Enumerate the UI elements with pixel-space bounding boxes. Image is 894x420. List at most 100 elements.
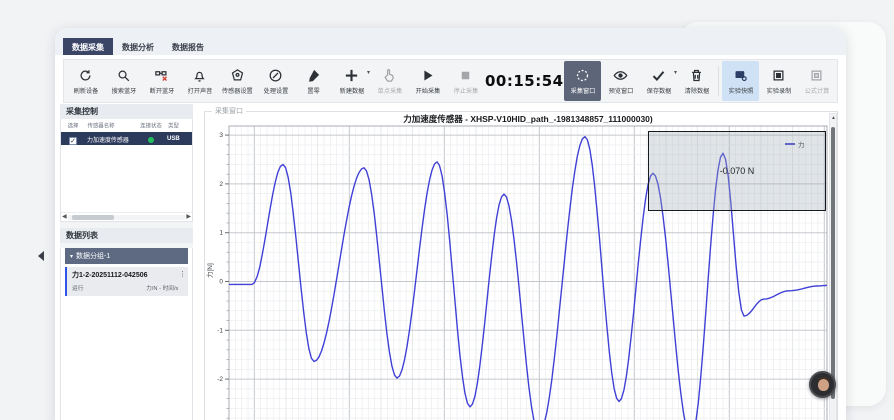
refresh-device-label: 刷新设备 xyxy=(73,85,98,95)
bell-icon xyxy=(192,68,207,83)
disconnect-bluetooth-button[interactable]: 断开蓝牙 xyxy=(143,61,180,101)
experiment-record-label: 实验录制 xyxy=(766,85,791,95)
collect-control-title: 采集控制 xyxy=(60,104,193,119)
eye-icon xyxy=(613,68,628,83)
collect-window-button[interactable]: 采集窗口 xyxy=(564,61,601,101)
svg-text:-2: -2 xyxy=(217,376,223,383)
sidebar: 采集控制 选择传感器名称连接状态类型 ✓ 力加速度传感器 USB ◀ ▶ 数据列表 ▾… xyxy=(60,104,193,420)
main-toolbar: 刷新设备 搜索蓝牙 断开蓝牙 打开声音传感器设置处理设置 置零 新建数据 ▾ 单点采集 开始采集… xyxy=(63,59,838,103)
preview-window-label: 预览窗口 xyxy=(608,85,633,95)
sound-on-label: 打开声音 xyxy=(187,85,212,95)
formula-icon xyxy=(809,68,824,83)
sensor-table: 选择传感器名称连接状态类型 ✓ 力加速度传感器 USB xyxy=(61,119,192,145)
svg-text:-1: -1 xyxy=(217,327,223,334)
hscroll-thumb[interactable] xyxy=(72,215,114,220)
svg-text:0: 0 xyxy=(219,279,223,286)
sound-on-button[interactable]: 打开声音 xyxy=(181,61,218,101)
sensor-name: 力加速度传感器 xyxy=(87,134,133,143)
caret-down-icon: ▾ xyxy=(70,253,73,260)
sensor-settings-button[interactable]: 传感器设置 xyxy=(219,61,256,101)
stop-collect-label: 停止采集 xyxy=(453,85,478,95)
preview-window-button[interactable]: 预览窗口 xyxy=(602,61,639,101)
sensor-type: USB xyxy=(167,136,189,142)
set-zero-button[interactable]: 置零 xyxy=(295,61,332,101)
column-header: 类型 xyxy=(168,121,188,129)
dashed-circle-icon xyxy=(575,68,590,83)
chart-title: 力加速度传感器 - XHSP-V10HID_path_-1981348857_1… xyxy=(229,113,827,125)
gauge-icon xyxy=(268,68,283,83)
tab-0[interactable]: 数据采集 xyxy=(63,38,113,55)
refresh-device-button[interactable]: 刷新设备 xyxy=(67,61,104,101)
record-icon xyxy=(771,68,786,83)
svg-text:1: 1 xyxy=(219,230,223,237)
start-collect-label: 开始采集 xyxy=(415,85,440,95)
data-list-title: 数据列表 xyxy=(60,228,193,243)
clear-data-button[interactable]: 清除数据 xyxy=(678,61,715,101)
kebab-menu-icon[interactable]: ⋮ xyxy=(179,270,186,278)
column-header: 传感器名称 xyxy=(88,121,133,129)
data-item-title: 力1-2-20251112-042506 xyxy=(72,270,184,280)
svg-text:2: 2 xyxy=(219,181,223,188)
data-list-item[interactable]: 力1-2-20251112-042506 运行 力/N - 时间/s⋮ xyxy=(65,267,188,296)
data-item-axes: 力/N - 时间/s xyxy=(146,283,178,292)
status-dot xyxy=(148,137,154,143)
set-zero-label: 置零 xyxy=(307,85,319,95)
main-tabbar: 数据采集数据分析数据报告 xyxy=(55,28,846,55)
collapse-left-icon[interactable] xyxy=(38,251,44,261)
toolbar-divider xyxy=(718,66,719,96)
sensor-table-hscrollbar[interactable]: ◀ ▶ xyxy=(61,212,192,221)
start-collect-button[interactable]: 开始采集 xyxy=(409,61,446,101)
play-icon xyxy=(420,68,435,83)
current-value-overlay[interactable]: -0.070 N xyxy=(648,131,826,211)
disconnect-bluetooth-label: 断开蓝牙 xyxy=(149,85,174,95)
tab-2[interactable]: 数据报告 xyxy=(163,38,213,55)
collect-control-panel: 采集控制 选择传感器名称连接状态类型 ✓ 力加速度传感器 USB ◀ ▶ xyxy=(60,104,193,222)
stop-icon xyxy=(458,68,473,83)
scroll-left-icon[interactable]: ◀ xyxy=(62,213,67,222)
formula-calc-label: 公式计算 xyxy=(804,85,829,95)
sensor-settings-label: 传感器设置 xyxy=(222,85,253,95)
save-data-label: 保存数据 xyxy=(646,85,671,95)
search-bluetooth-label: 搜索蓝牙 xyxy=(111,85,136,95)
tab-1[interactable]: 数据分析 xyxy=(113,38,163,55)
process-settings-button[interactable]: 处理设置 xyxy=(257,61,294,101)
search-icon xyxy=(116,68,131,83)
data-group-label: 数据分组-1 xyxy=(76,251,110,261)
experiment-snapshot-button[interactable]: 实验快照 xyxy=(722,61,759,101)
data-group-header[interactable]: ▾数据分组-1 xyxy=(65,248,188,264)
sensor-row[interactable]: ✓ 力加速度传感器 USB xyxy=(61,132,192,145)
single-point-collect-label: 单点采集 xyxy=(377,85,402,95)
scroll-right-icon[interactable]: ▶ xyxy=(186,213,191,222)
stop-collect-button[interactable]: 停止采集 xyxy=(447,61,484,101)
formula-calc-button[interactable]: 公式计算 xyxy=(798,61,835,101)
process-settings-label: 处理设置 xyxy=(263,85,288,95)
hand-icon xyxy=(382,68,397,83)
vscroll-thumb[interactable] xyxy=(831,127,835,399)
save-data-button[interactable]: 保存数据 ▾ xyxy=(640,61,677,101)
screen: 数据采集数据分析数据报告 刷新设备 搜索蓝牙 断开蓝牙 打开声音传感器设置处理设置 置零… xyxy=(0,0,894,420)
bt-off-icon xyxy=(154,68,169,83)
chevron-down-icon[interactable]: ▾ xyxy=(367,69,370,76)
check-icon xyxy=(651,68,666,83)
timer-display: 00:15:54 xyxy=(485,72,563,90)
single-point-collect-button[interactable]: 单点采集 xyxy=(371,61,408,101)
scroll-up-icon[interactable]: ▲ xyxy=(831,115,836,121)
svg-text:3: 3 xyxy=(219,132,223,139)
pen-icon xyxy=(306,68,321,83)
trash-icon xyxy=(689,68,704,83)
sensor-icon xyxy=(230,68,245,83)
data-item-status: 运行 xyxy=(72,283,83,292)
new-data-button[interactable]: 新建数据 ▾ xyxy=(333,61,370,101)
y-axis-label: 力[N] xyxy=(204,263,214,278)
column-header: 选择 xyxy=(62,121,84,129)
sensor-checkbox[interactable]: ✓ xyxy=(69,137,77,145)
plus-icon xyxy=(344,68,359,83)
column-header: 连接状态 xyxy=(137,121,166,129)
data-list: ▾数据分组-1 力1-2-20251112-042506 运行 力/N - 时间/s⋮ xyxy=(60,248,193,420)
user-avatar-button[interactable] xyxy=(809,371,836,398)
experiment-record-button[interactable]: 实验录制 xyxy=(760,61,797,101)
experiment-snapshot-label: 实验快照 xyxy=(728,85,753,95)
chevron-down-icon[interactable]: ▾ xyxy=(674,69,677,76)
new-data-label: 新建数据 xyxy=(339,85,364,95)
search-bluetooth-button[interactable]: 搜索蓝牙 xyxy=(105,61,142,101)
